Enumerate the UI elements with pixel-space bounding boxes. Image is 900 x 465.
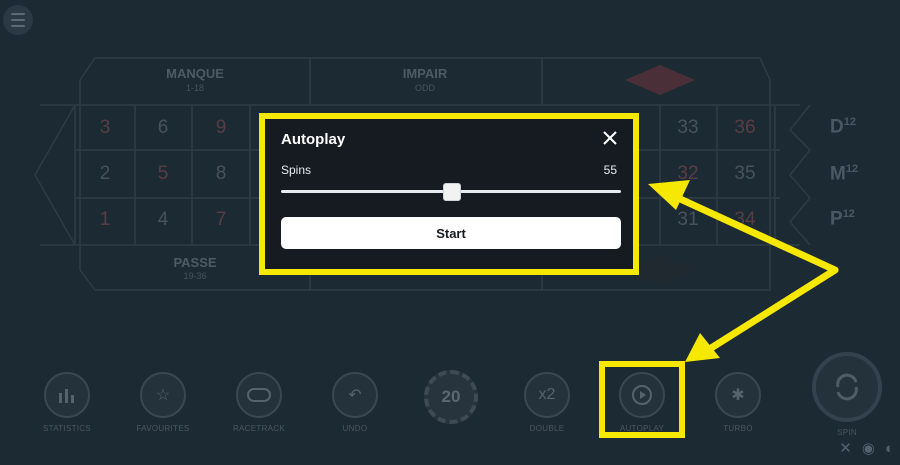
passe-label: PASSE: [173, 255, 217, 270]
dozen-d[interactable]: D12: [830, 116, 856, 138]
spins-slider[interactable]: [281, 183, 621, 201]
number-cell[interactable]: 35: [725, 163, 765, 185]
toolbar-label: FAVOURITES: [136, 424, 190, 433]
start-button[interactable]: Start: [281, 217, 621, 249]
dozen-p[interactable]: P12: [830, 208, 855, 230]
toolbar-label: UNDO: [342, 424, 368, 433]
dozen-letter: P: [830, 208, 843, 230]
chip-button[interactable]: 20: [416, 370, 486, 424]
hamburger-menu-icon[interactable]: [3, 5, 33, 35]
number-cell[interactable]: 7: [201, 209, 241, 231]
close-icon[interactable]: [601, 129, 619, 147]
autoplay-dialog: Autoplay Spins 55 Start: [259, 113, 639, 275]
close-icon[interactable]: ✕: [839, 439, 852, 457]
number-cell[interactable]: 6: [143, 117, 183, 139]
double-icon: x2: [524, 372, 570, 418]
dozen-letter: M: [830, 163, 846, 185]
dozen-sup: 12: [845, 163, 859, 175]
eye-icon[interactable]: ◉: [862, 439, 875, 457]
racetrack-icon: [236, 372, 282, 418]
racetrack-button[interactable]: RACETRACK: [224, 372, 294, 433]
chip-icon: 20: [424, 370, 478, 424]
toolbar-label: STATISTICS: [42, 424, 92, 433]
passe-sub: 19-36: [183, 271, 207, 281]
toolbar-label: DOUBLE: [529, 424, 565, 433]
number-cell[interactable]: 1: [85, 209, 125, 231]
number-cell[interactable]: 34: [725, 209, 765, 231]
number-cell[interactable]: 8: [201, 163, 241, 185]
star-icon: ☆: [140, 372, 186, 418]
dialog-title: Autoplay: [281, 131, 346, 148]
bottom-controls: ✕ ◉ ◐: [839, 439, 894, 458]
chip-value: 20: [441, 387, 461, 406]
dozen-sup: 12: [842, 208, 855, 220]
spins-value: 55: [603, 163, 617, 177]
autoplay-highlight-box: [599, 361, 685, 438]
spin-icon: [812, 352, 882, 422]
number-cell[interactable]: 4: [143, 209, 183, 231]
spin-button[interactable]: SPIN: [812, 352, 882, 437]
toolbar-label: TURBO: [723, 424, 753, 433]
dozen-sup: 12: [843, 116, 856, 128]
number-cell[interactable]: 5: [143, 163, 183, 185]
number-cell[interactable]: 36: [725, 117, 765, 139]
manque-sub: 1-18: [185, 83, 204, 93]
number-cell[interactable]: 2: [85, 163, 125, 185]
impair-sub: ODD: [415, 83, 435, 93]
dozen-letter: D: [830, 116, 844, 138]
turbo-icon: ✱: [715, 372, 761, 418]
number-cell[interactable]: 9: [201, 117, 241, 139]
impair-label: IMPAIR: [402, 66, 448, 81]
turbo-button[interactable]: ✱ TURBO: [703, 372, 773, 433]
spin-label: SPIN: [837, 428, 857, 437]
favourites-button[interactable]: ☆ FAVOURITES: [128, 372, 198, 433]
undo-button[interactable]: ↶ UNDO: [320, 372, 390, 433]
double-glyph: x2: [538, 386, 556, 403]
number-cell[interactable]: 31: [668, 209, 708, 231]
toolbar-label: RACETRACK: [232, 424, 286, 433]
bar-chart-icon: [44, 372, 90, 418]
statistics-button[interactable]: STATISTICS: [32, 372, 102, 433]
number-cell[interactable]: 33: [668, 117, 708, 139]
double-button[interactable]: x2 DOUBLE: [512, 372, 582, 433]
number-cell[interactable]: 3: [85, 117, 125, 139]
number-cell[interactable]: 32: [668, 163, 708, 185]
undo-icon: ↶: [332, 372, 378, 418]
sound-icon[interactable]: ◐: [885, 440, 894, 457]
dozen-m[interactable]: M12: [830, 163, 858, 185]
manque-label: MANQUE: [166, 66, 224, 81]
spins-label: Spins: [281, 163, 312, 177]
slider-thumb[interactable]: [443, 183, 461, 201]
